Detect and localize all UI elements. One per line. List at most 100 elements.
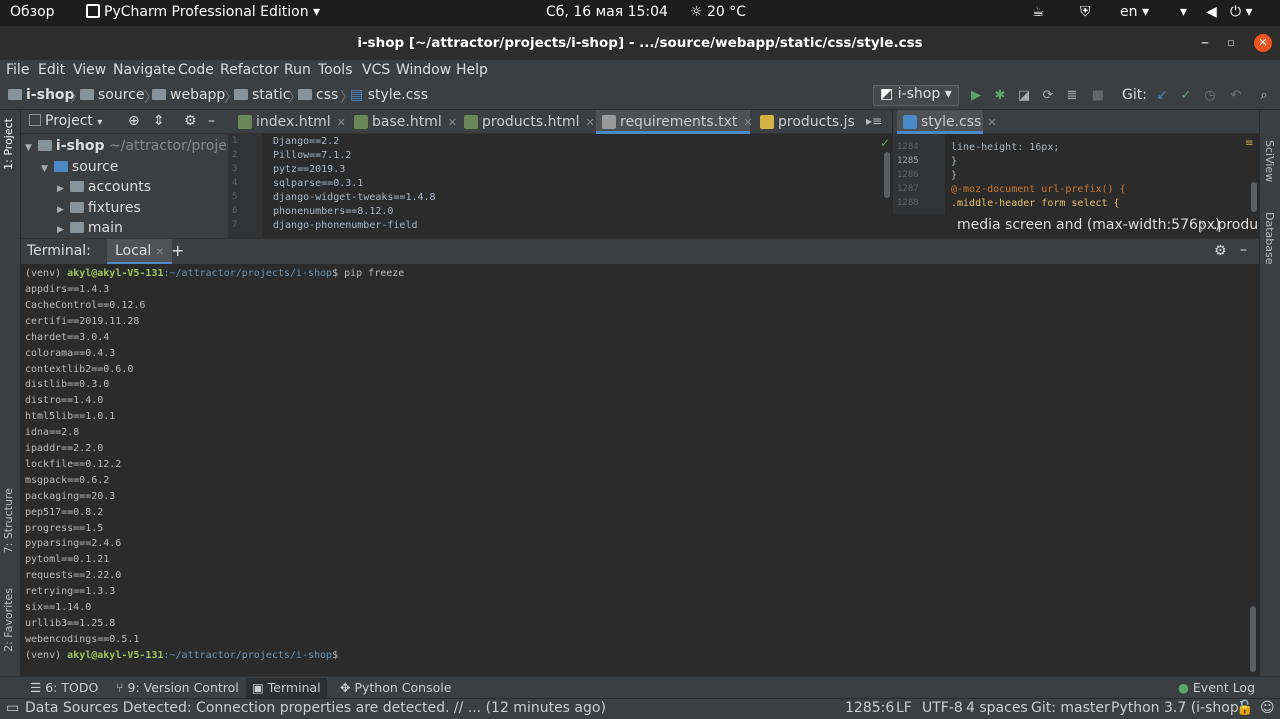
tab-sciview[interactable]: SciView [1263,140,1276,182]
tool-terminal[interactable]: ▣ Terminal [246,678,327,698]
close-window-button[interactable]: ✕ [1254,34,1272,52]
breadcrumb-source[interactable]: source [80,87,145,103]
tree-item-source[interactable]: ▼ source [41,159,118,175]
menu-tools[interactable]: Tools [318,62,353,78]
build-icon[interactable]: ≣ [1064,88,1080,104]
inspection-ok-icon[interactable]: ✓ [880,136,890,150]
editor-scrollbar[interactable] [884,152,890,198]
status-line-separator[interactable]: LF [896,700,912,716]
close-icon[interactable]: ✕ [585,116,594,129]
keyboard-language[interactable]: en ▾ [1120,4,1149,20]
tree-item-accounts[interactable]: ▶ accounts [57,179,151,195]
status-git-branch[interactable]: Git: master [1031,700,1110,716]
menu-navigate[interactable]: Navigate [113,62,176,78]
breadcrumb-static[interactable]: static [234,87,290,103]
debug-icon[interactable]: ✱ [992,88,1008,104]
search-icon[interactable]: ⌕ [1256,88,1272,104]
status-toggle-icon[interactable]: ▭ [6,700,19,716]
lock-icon[interactable]: 🔓 [1236,700,1253,716]
activities-button[interactable]: Обзор [10,4,55,20]
close-icon[interactable]: ✕ [987,116,996,129]
notifications-icon[interactable]: ☺ [1260,700,1275,716]
menu-run[interactable]: Run [284,62,311,78]
hide-icon[interactable]: – [1240,242,1247,258]
breadcrumb-css[interactable]: css [298,87,338,103]
tab-overflow-icon[interactable]: ▸≡ [866,114,882,128]
add-terminal-icon[interactable]: + [171,241,184,260]
hide-icon[interactable]: – [208,113,215,129]
terminal-tab-local[interactable]: Local ✕ [107,239,173,265]
tree-item-fixtures[interactable]: ▶ fixtures [57,200,141,216]
run-icon[interactable]: ▶ [968,88,984,104]
tool-event-log[interactable]: ● Event Log [1178,680,1255,695]
css-breadcrumb-media[interactable]: media screen and (max-width:576px) [957,217,1221,233]
tool-python-console[interactable]: ✥ Python Console [340,680,451,695]
git-update-icon[interactable]: ↙ [1154,88,1170,104]
tab-requirements-txt[interactable]: requirements.txt ✕ [596,110,753,134]
editor-requirements[interactable]: 1 2 3 4 5 6 7 Django==2.2 Pillow==7.1.2 … [228,134,892,238]
editor-style-css[interactable]: 1284 1285 1286 1287 1288 line-height: 16… [893,134,1259,214]
status-message[interactable]: Data Sources Detected: Connection proper… [25,700,606,716]
menu-help[interactable]: Help [456,62,488,78]
gear-icon[interactable]: ⚙ [1214,243,1227,259]
power-icon[interactable]: ⏻ ▾ [1230,4,1253,20]
terminal-output[interactable]: (venv) akyl@akyl-V5-131:~/attractor/proj… [21,264,1259,676]
menu-window[interactable]: Window [396,62,451,78]
window-title: i-shop [~/attractor/projects/i-shop] - .… [357,35,923,51]
coverage-icon[interactable]: ◪ [1016,88,1032,104]
menu-view[interactable]: View [73,62,106,78]
tool-version-control[interactable]: ⑂ 9: Version Control [116,680,239,695]
tab-products-html[interactable]: products.html ✕ [458,110,595,134]
shield-icon[interactable]: ⛨ [1080,4,1091,20]
run-config-selector[interactable]: ◩ i-shop ▾ [873,85,959,106]
tool-todo[interactable]: ☰ 6: TODO [30,680,98,695]
git-revert-icon[interactable]: ↶ [1228,88,1244,104]
close-icon[interactable]: ✕ [337,116,346,129]
maximize-icon[interactable]: ▫ [1222,34,1240,52]
menu-code[interactable]: Code [178,62,214,78]
project-view-selector[interactable]: Project ▾ [29,113,102,129]
breadcrumb-webapp[interactable]: webapp [152,87,225,103]
wifi-icon[interactable]: ▾ [1180,4,1187,20]
css-breadcrumb-selector[interactable]: .produc [1213,217,1259,233]
tab-style-css[interactable]: style.css ✕ [897,110,997,134]
weather[interactable]: ☼ 20 °C [690,4,746,20]
volume-icon[interactable]: ◀ [1206,4,1217,20]
locate-icon[interactable]: ⊕ [128,113,140,129]
terminal-scrollbar[interactable] [1250,606,1256,672]
profile-icon[interactable]: ⟳ [1040,88,1056,104]
status-encoding[interactable]: UTF-8 [922,700,963,716]
git-history-icon[interactable]: ◷ [1202,88,1218,104]
status-indent[interactable]: 4 spaces [966,700,1028,716]
tab-favorites[interactable]: 2: Favorites [2,588,15,652]
minimize-icon[interactable]: ‒ [1196,34,1214,52]
menu-edit[interactable]: Edit [38,62,65,78]
breadcrumb-root[interactable]: i-shop [8,87,75,103]
menu-refactor[interactable]: Refactor [220,62,279,78]
stop-icon[interactable]: ■ [1090,88,1106,104]
close-icon[interactable]: ✕ [743,116,752,129]
close-icon[interactable]: ✕ [448,116,457,129]
menu-file[interactable]: File [6,62,29,78]
clock[interactable]: Сб, 16 мая 15:04 [546,4,668,20]
breadcrumb-file[interactable]: ▤ style.css [350,87,428,103]
gear-icon[interactable]: ⚙ [184,113,197,129]
tab-base-html[interactable]: base.html ✕ [348,110,457,134]
tab-products-js[interactable]: products.js [754,110,855,134]
tab-structure[interactable]: 7: Structure [2,488,15,553]
editor-scrollbar[interactable] [1251,182,1257,212]
collapse-icon[interactable]: ⇕ [153,113,165,129]
tab-index-html[interactable]: index.html ✕ [232,110,346,134]
app-menu[interactable]: PyCharm Professional Edition ▾ [86,4,320,20]
status-interpreter[interactable]: Python 3.7 (i-shop) [1111,700,1244,716]
tree-root[interactable]: ▼ i-shop ~/attractor/project [25,138,240,154]
close-icon[interactable]: ✕ [156,247,164,258]
status-position[interactable]: 1285:6 [845,700,894,716]
tab-database[interactable]: Database [1263,212,1276,265]
teacup-icon[interactable]: ☕ [1032,4,1045,20]
warning-icon[interactable]: ≡ [1245,138,1257,150]
git-commit-icon[interactable]: ✓ [1178,88,1194,104]
menu-vcs[interactable]: VCS [362,62,390,78]
tab-project[interactable]: 1: Project [2,118,15,170]
tree-item-main[interactable]: ▶ main [57,220,123,236]
